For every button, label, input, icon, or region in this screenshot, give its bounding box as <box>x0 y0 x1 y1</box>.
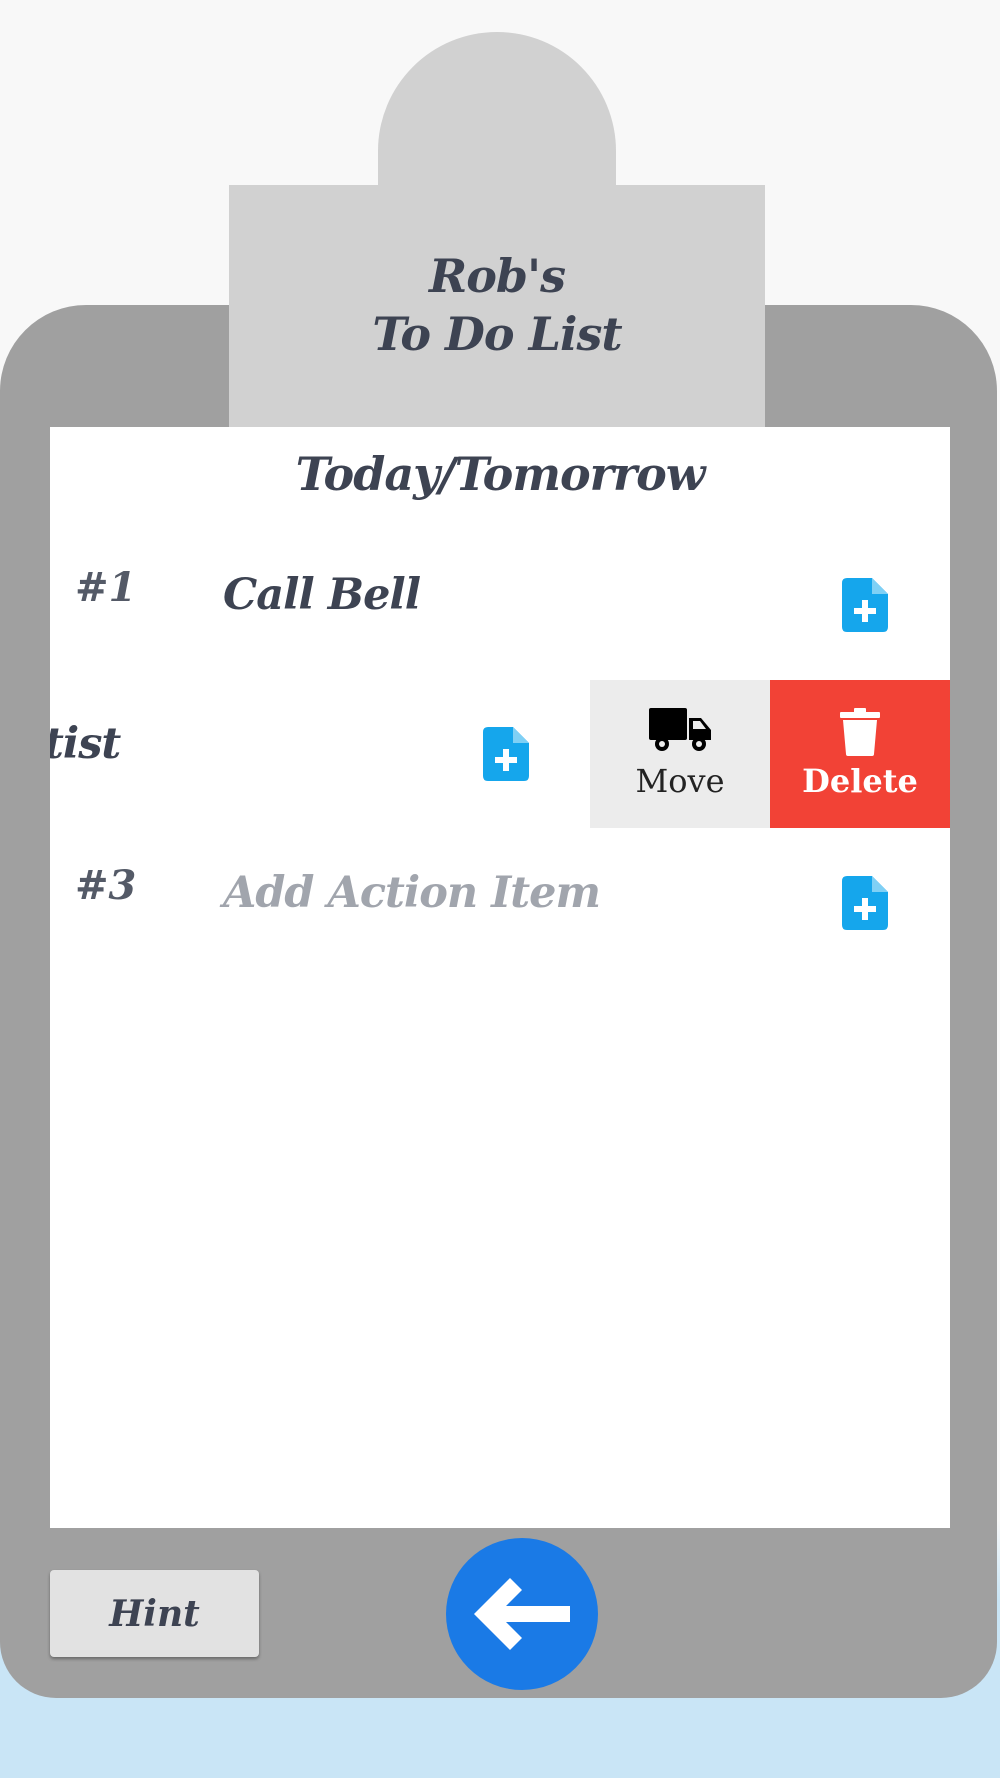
file-plus-icon <box>842 876 888 930</box>
item-number: #1 <box>75 564 137 611</box>
delete-label: Delete <box>802 762 918 800</box>
item-text[interactable]: Call Bell <box>223 570 421 620</box>
file-plus-icon <box>842 578 888 632</box>
hint-button[interactable]: Hint <box>50 1570 259 1657</box>
arrow-left-icon <box>474 1578 570 1650</box>
add-action-item-input[interactable]: Add Action Item <box>223 868 601 918</box>
item-number: #3 <box>75 862 137 909</box>
file-plus-icon <box>483 727 529 781</box>
item-text[interactable]: tist <box>50 719 121 769</box>
todo-paper: Today/Tomorrow #1 Call Bell tist Move De… <box>50 427 950 1528</box>
delete-button[interactable]: Delete <box>770 680 950 828</box>
add-note-button[interactable] <box>483 727 529 781</box>
clipboard-title-line1: Rob's <box>428 249 566 303</box>
trash-icon <box>840 708 880 756</box>
clipboard-title: Rob's To Do List <box>229 247 765 363</box>
move-label: Move <box>635 762 725 800</box>
back-button[interactable] <box>446 1538 598 1690</box>
add-note-button[interactable] <box>842 578 888 632</box>
move-button[interactable]: Move <box>590 680 770 828</box>
clipboard-tab: Rob's To Do List <box>229 185 765 435</box>
truck-icon <box>649 708 711 751</box>
clipboard-title-line2: To Do List <box>372 307 622 361</box>
add-note-button[interactable] <box>842 876 888 930</box>
hint-label: Hint <box>109 1592 200 1635</box>
list-heading: Today/Tomorrow <box>295 447 706 501</box>
